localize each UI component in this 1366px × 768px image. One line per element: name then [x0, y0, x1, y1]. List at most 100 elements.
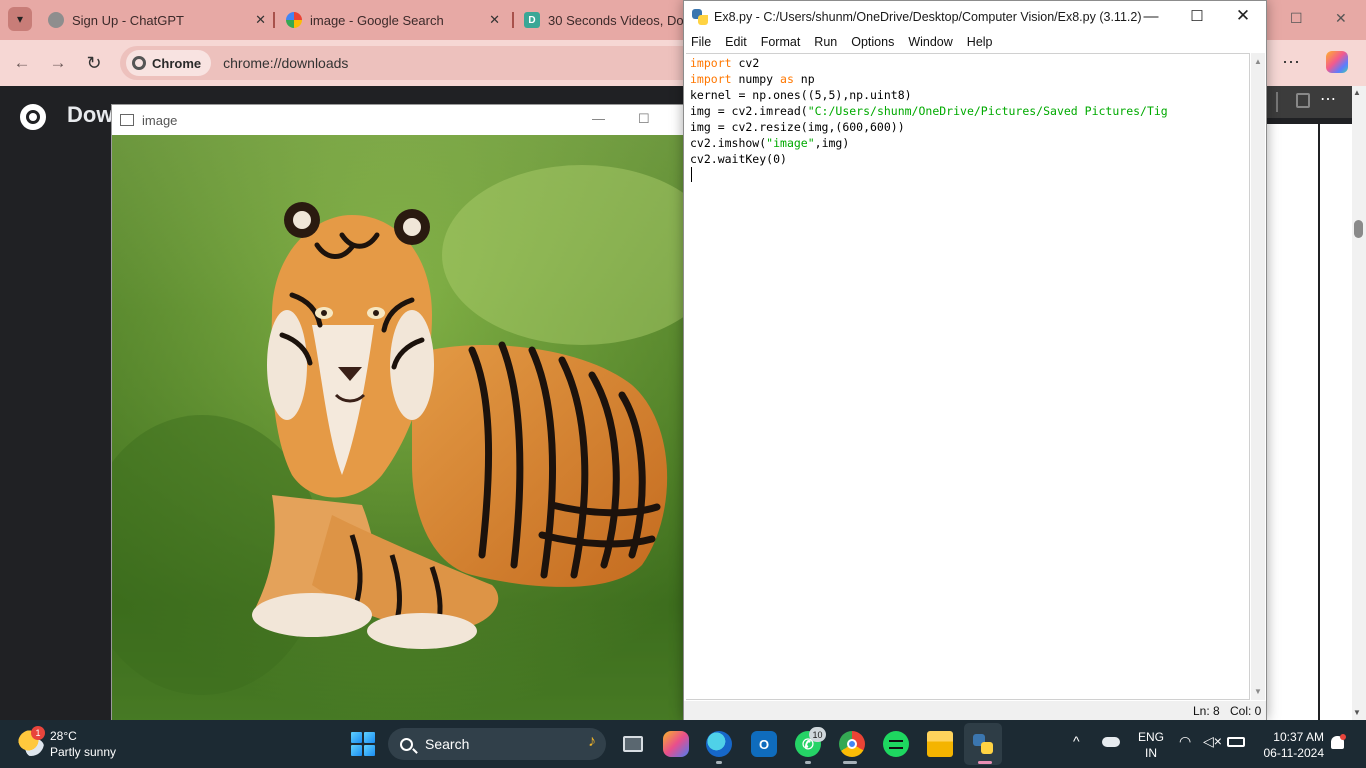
menu-window[interactable]: Window: [901, 35, 959, 49]
image-window-titlebar[interactable]: image — ☐: [112, 105, 684, 135]
tab-chatgpt[interactable]: Sign Up - ChatGPT ✕: [48, 6, 270, 34]
close-tab-icon[interactable]: ✕: [255, 12, 266, 28]
code-token: numpy: [731, 72, 781, 86]
code-line-1: import cv2: [690, 55, 1168, 71]
code-editor[interactable]: import cv2 import numpy as np kernel = np.…: [686, 53, 1250, 700]
chrome-chip[interactable]: Chrome: [126, 50, 212, 76]
minimize-icon[interactable]: —: [592, 111, 605, 126]
code-line-5: img = cv2.resize(img,(600,600)): [690, 120, 905, 134]
spotify-icon[interactable]: [883, 731, 909, 757]
window-title: Ex8.py - C:/Users/shunm/OneDrive/Desktop…: [714, 9, 1142, 24]
outlook-icon[interactable]: O: [751, 731, 777, 757]
tiger-image: [112, 135, 684, 721]
scroll-up-icon[interactable]: ▲: [1254, 57, 1262, 66]
menu-bar: File Edit Format Run Options Window Help: [684, 32, 1266, 52]
onedrive-icon[interactable]: [1102, 737, 1120, 747]
close-tab-icon[interactable]: ✕: [489, 12, 500, 28]
more-options-icon[interactable]: ⋯: [1320, 89, 1336, 109]
back-arrow-icon[interactable]: ←: [10, 51, 34, 75]
address-bar[interactable]: Chrome chrome://downloads: [120, 46, 720, 80]
battery-icon[interactable]: [1227, 737, 1245, 747]
taskbar-search[interactable]: Search ♪: [388, 728, 606, 760]
copilot-icon[interactable]: [663, 731, 689, 757]
image-window-title: image: [142, 112, 178, 128]
keyword: import: [690, 72, 732, 86]
text-cursor: [691, 167, 692, 182]
google-icon: [286, 12, 302, 28]
chrome-icon[interactable]: [839, 731, 865, 757]
tab-google-search[interactable]: image - Google Search ✕: [286, 6, 504, 34]
string-literal: "C:/Users/shunm/OneDrive/Pictures/Saved …: [807, 104, 1168, 118]
menu-run[interactable]: Run: [807, 35, 844, 49]
site-favicon-icon: D: [524, 12, 540, 28]
url-text: chrome://downloads: [223, 55, 349, 71]
python-idle-icon[interactable]: [970, 731, 996, 757]
editor-scrollbar[interactable]: ▲ ▼: [1251, 53, 1265, 700]
start-button[interactable]: [351, 732, 375, 756]
line-indicator: Ln: 8: [1193, 704, 1220, 718]
chrome-logo-icon: [132, 56, 146, 70]
weather-temperature[interactable]: 28°C: [50, 729, 77, 743]
code-token: np: [793, 72, 815, 86]
edge-icon[interactable]: [706, 731, 732, 757]
forward-arrow-icon[interactable]: →: [46, 51, 70, 75]
search-label: Search: [425, 736, 470, 752]
python-file-icon: [692, 8, 708, 25]
notification-dot: [1340, 734, 1346, 740]
code-line-4: img = cv2.imread("C:/Users/shunm/OneDriv…: [690, 103, 1168, 119]
menu-help[interactable]: Help: [960, 35, 1000, 49]
close-icon[interactable]: ✕: [1220, 5, 1266, 27]
show-hidden-icons[interactable]: ^: [1073, 733, 1080, 749]
page-scrollbar[interactable]: [1352, 86, 1366, 720]
idle-titlebar[interactable]: Ex8.py - C:/Users/shunm/OneDrive/Desktop…: [684, 1, 1266, 32]
scroll-down-icon[interactable]: ▼: [1353, 708, 1361, 717]
opencv-image-window: image — ☐: [111, 104, 685, 721]
clock-date: 06-11-2024: [1263, 746, 1325, 760]
status-bar: Ln: 8 Col: 0: [684, 701, 1266, 720]
language-indicator[interactable]: ENG IN: [1138, 729, 1164, 761]
windows-logo-icon: [364, 745, 375, 756]
minimize-icon[interactable]: —: [1128, 5, 1174, 27]
code-line-2: import numpy as np: [690, 71, 1168, 87]
weather-description[interactable]: Partly sunny: [50, 745, 116, 759]
chrome-maximize-icon[interactable]: ☐: [1290, 10, 1303, 27]
maximize-icon[interactable]: ☐: [1174, 5, 1220, 27]
code-text: import cv2 import numpy as np kernel = np.…: [690, 55, 1168, 167]
wifi-icon[interactable]: ◠: [1179, 733, 1191, 750]
scroll-up-icon[interactable]: ▲: [1353, 88, 1361, 97]
windows-logo-icon: [351, 745, 362, 756]
keyword: as: [780, 72, 794, 86]
divider: [1318, 124, 1320, 720]
code-token: cv2: [731, 56, 760, 70]
reload-icon[interactable]: ↻: [82, 51, 106, 75]
scroll-thumb[interactable]: [1354, 220, 1363, 238]
tab-separator: [512, 12, 514, 28]
menu-edit[interactable]: Edit: [718, 35, 754, 49]
clock-time: 10:37 AM: [1273, 730, 1324, 744]
code-token: cv2.imshow(: [690, 136, 767, 150]
chrome-close-icon[interactable]: ✕: [1335, 10, 1347, 27]
tab-search-button[interactable]: ▾: [8, 7, 32, 31]
column-indicator: Col: 0: [1230, 704, 1262, 718]
menu-options[interactable]: Options: [844, 35, 901, 49]
tab-30-seconds-videos[interactable]: D 30 Seconds Videos, Down: [524, 6, 684, 34]
tab-separator: [273, 12, 275, 28]
task-view-icon[interactable]: [620, 731, 646, 757]
globe-icon: [48, 12, 64, 28]
copilot-icon[interactable]: [1326, 51, 1348, 73]
maximize-icon[interactable]: ☐: [638, 111, 650, 127]
code-line-6: cv2.imshow("image",img): [690, 135, 1168, 151]
save-icon[interactable]: [1296, 93, 1310, 108]
code-token: img = cv2.imread(: [690, 104, 808, 118]
file-explorer-icon[interactable]: [927, 731, 953, 757]
clock[interactable]: 10:37 AM 06-11-2024: [1256, 729, 1325, 761]
menu-file[interactable]: File: [684, 35, 718, 49]
chip-label: Chrome: [152, 55, 202, 71]
scroll-down-icon[interactable]: ▼: [1254, 687, 1262, 696]
chrome-logo-icon: [20, 104, 46, 130]
chrome-menu-icon[interactable]: ⋯: [1282, 52, 1300, 73]
running-indicator: [978, 761, 992, 764]
string-literal: "image": [766, 136, 815, 150]
volume-muted-icon[interactable]: ◁×: [1203, 733, 1222, 750]
menu-format[interactable]: Format: [754, 35, 808, 49]
